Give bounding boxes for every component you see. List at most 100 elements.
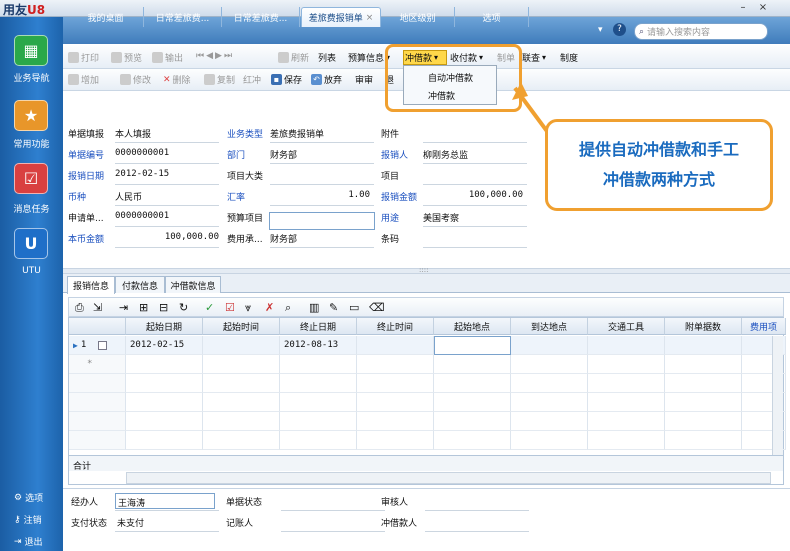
grid-cell[interactable] [357, 355, 434, 374]
grid-header[interactable]: 起始时间 [203, 318, 280, 335]
grid-cell[interactable]: 2012-02-15 [126, 336, 203, 355]
form-field[interactable]: 本人填报 [115, 127, 219, 140]
table-row[interactable] [69, 374, 126, 393]
grid-header[interactable]: 费用项 [742, 318, 786, 335]
edit-icon[interactable]: ✎ [329, 301, 338, 314]
grid-cell[interactable] [357, 431, 434, 450]
refresh-button[interactable]: 刷新 [278, 51, 309, 64]
find-icon[interactable]: ⌕ [285, 301, 291, 315]
grid-cell[interactable] [357, 336, 434, 355]
tab-my-desktop[interactable]: 我的桌面 [68, 7, 144, 27]
audit-button[interactable]: 审审 [355, 73, 373, 86]
row-checkbox[interactable] [98, 340, 108, 350]
vertical-scrollbar[interactable] [772, 336, 783, 455]
footer-field[interactable]: 未支付 [115, 514, 215, 530]
form-field[interactable]: 100,000.00 [423, 190, 523, 200]
grid-cell[interactable] [511, 336, 588, 355]
export-icon[interactable]: ⇲ [93, 301, 102, 314]
red-reverse-button[interactable]: 红冲 [243, 73, 261, 86]
grid-cell[interactable] [203, 431, 280, 450]
grid-cell[interactable] [280, 355, 357, 374]
grid-header[interactable]: 终止时间 [357, 318, 434, 335]
footer-field[interactable] [425, 493, 525, 509]
grid-cell[interactable] [126, 393, 203, 412]
tab-region-level[interactable]: 地区级别 [381, 7, 455, 27]
form-field[interactable]: 财务部 [270, 148, 370, 161]
table-row[interactable]: * [69, 355, 126, 374]
grid-cell[interactable] [280, 374, 357, 393]
horizontal-scrollbar[interactable] [126, 472, 771, 484]
form-field[interactable]: 柳刚务总监 [423, 148, 523, 161]
grid-cell[interactable] [280, 431, 357, 450]
sidebar-item-business-nav[interactable]: 业务导航 [0, 71, 63, 84]
grid-cell[interactable] [511, 355, 588, 374]
grid-cell[interactable] [357, 374, 434, 393]
refresh-icon[interactable]: ↻ [179, 301, 188, 314]
edit-button[interactable]: 修改 [120, 73, 151, 86]
footer-field[interactable]: 王海涛 [115, 493, 215, 509]
grid-cell[interactable] [511, 393, 588, 412]
table-row[interactable] [69, 393, 126, 412]
grid-cell[interactable] [588, 412, 665, 431]
cancel-icon[interactable]: ✗ [265, 301, 274, 314]
grid-cell[interactable] [126, 374, 203, 393]
grid-icon[interactable]: ▦ [14, 35, 48, 66]
grid-cell[interactable]: 2012-08-13 [280, 336, 357, 355]
search-input[interactable]: ⌕ 请输入搜索内容 [634, 23, 768, 40]
approve-icon[interactable]: ☑ [225, 301, 235, 314]
form-field[interactable]: 0000000001 [115, 211, 219, 221]
insert-row-icon[interactable]: ⇥ [119, 301, 128, 314]
grid-header[interactable]: 到达地点 [511, 318, 588, 335]
footer-field[interactable] [281, 514, 381, 530]
grid-cell[interactable] [203, 412, 280, 431]
grid-cell[interactable] [357, 412, 434, 431]
budget-item-input[interactable] [269, 212, 375, 230]
grid-cell[interactable] [203, 374, 280, 393]
tab-travel-1[interactable]: 日常差旅费... [144, 7, 222, 27]
budget-info-button[interactable]: 预算信息 ▾ [348, 51, 390, 64]
grid-cell[interactable] [588, 431, 665, 450]
grid-cell[interactable] [665, 336, 742, 355]
grid-cell[interactable] [665, 374, 742, 393]
sidebar-item-utu[interactable]: UTU [0, 266, 63, 276]
nav-arrows[interactable]: ⏮ ◀ ▶ ⏭ [196, 51, 232, 61]
grid-cell[interactable] [434, 412, 511, 431]
form-field[interactable]: 财务部 [270, 232, 370, 245]
close-window-button[interactable]: × [756, 2, 770, 13]
column-icon[interactable]: ▥ [309, 301, 319, 314]
grid-cell[interactable] [665, 431, 742, 450]
grid-cell[interactable] [357, 393, 434, 412]
chevron-down-icon[interactable]: ▾ [598, 25, 603, 35]
delete-button[interactable]: ✕ 删除 [163, 73, 191, 87]
footer-field[interactable] [425, 514, 525, 530]
form-field[interactable]: 1.00 [270, 190, 370, 200]
list-button[interactable]: 列表 [318, 51, 336, 64]
grid-cell[interactable] [588, 336, 665, 355]
grid-cell[interactable] [434, 431, 511, 450]
print-button[interactable]: 打印 [68, 51, 99, 64]
grid-cell[interactable] [665, 393, 742, 412]
footer-field[interactable] [281, 493, 381, 509]
tab-offset-info[interactable]: 冲借款信息 [165, 276, 221, 293]
tab-options[interactable]: 选项 [455, 7, 529, 27]
form-field[interactable]: 0000000001 [115, 148, 219, 158]
grid-cell[interactable] [665, 412, 742, 431]
tab-travel-expense-form[interactable]: 差旅费报销单 × [301, 7, 381, 27]
filter-icon[interactable]: ⩔ [245, 301, 251, 315]
linked-query-button[interactable]: 联查 ▾ [522, 51, 546, 64]
sidebar-logout[interactable]: ⚷ 注销 [14, 513, 42, 527]
tab-travel-2[interactable]: 日常差旅费... [222, 7, 300, 27]
check-icon[interactable]: ✓ [205, 301, 214, 314]
eraser-icon[interactable]: ⌫ [369, 301, 385, 314]
window-icon[interactable]: ▭ [349, 301, 359, 314]
save-button[interactable]: ▪ 保存 [271, 73, 302, 86]
grid-header[interactable]: 起始地点 [434, 318, 511, 335]
table-row[interactable]: ▶ 1 [69, 336, 126, 355]
grid-header[interactable]: 终止日期 [280, 318, 357, 335]
export-button[interactable]: 输出 [152, 51, 183, 64]
grid-cell[interactable] [434, 374, 511, 393]
discard-button[interactable]: ↶ 放弃 [311, 73, 342, 86]
printer-icon[interactable]: ⎙ [75, 301, 84, 315]
table-row[interactable] [69, 412, 126, 431]
add-button[interactable]: 增加 [68, 73, 99, 86]
